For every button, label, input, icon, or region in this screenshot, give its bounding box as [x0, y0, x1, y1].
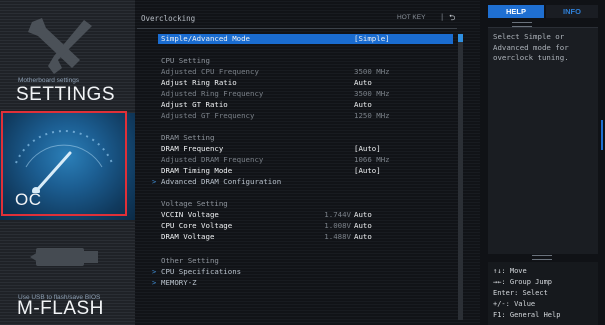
back-icon[interactable]: ⮌: [449, 12, 455, 26]
section-heading: DRAM Setting: [161, 133, 215, 142]
nav-mflash-tile[interactable]: Use USB to flash/save BIOS M-FLASH: [0, 220, 135, 325]
header-separator: |: [440, 13, 445, 21]
help-tabs: HELP INFO: [488, 5, 598, 18]
row-adjusted-cpu-frequency: Adjusted CPU Frequency 3500 MHz: [161, 67, 461, 77]
key-group-jump: →←: Group Jump: [493, 278, 553, 286]
key-value: +/-: Value: [493, 300, 536, 308]
left-navigation: Motherboard settings SETTINGS OC Use USB…: [0, 0, 135, 325]
row-advanced-dram-configuration[interactable]: > Advanced DRAM Configuration: [152, 177, 461, 187]
row-value: Auto: [354, 100, 372, 109]
row-label: DRAM Frequency: [161, 144, 224, 153]
main-panel: Overclocking HOT KEY | ⮌ Simple/Advanced…: [135, 0, 480, 325]
settings-subtitle: Motherboard settings: [18, 77, 80, 84]
row-value: [Auto]: [354, 166, 381, 175]
row-value: Auto: [354, 221, 372, 230]
row-cpu-specifications[interactable]: > CPU Specifications: [152, 267, 461, 277]
section-heading: CPU Setting: [161, 56, 210, 65]
scrollbar-track[interactable]: [458, 34, 463, 320]
row-dram-frequency[interactable]: DRAM Frequency [Auto]: [161, 144, 461, 154]
arrow-right-icon: >: [152, 178, 157, 186]
header-divider: [137, 28, 457, 29]
nav-oc-tile[interactable]: OC: [0, 113, 135, 220]
panel-header: Overclocking HOT KEY | ⮌: [135, 0, 480, 28]
row-value: Auto: [354, 232, 372, 241]
arrow-right-icon: >: [152, 279, 157, 287]
row-value: [Auto]: [354, 144, 381, 153]
section-voltage-setting: Voltage Setting: [161, 199, 461, 209]
row-label: DRAM Voltage: [161, 232, 215, 241]
key-move: ↑↓: Move: [493, 267, 527, 275]
mflash-title: M-FLASH: [17, 298, 104, 319]
row-label: CPU Specifications: [161, 267, 242, 276]
row-label: CPU Core Voltage: [161, 221, 233, 230]
arrow-right-icon: >: [152, 268, 157, 276]
panel-edge-handle[interactable]: [601, 120, 603, 150]
row-label: Adjust GT Ratio: [161, 100, 228, 109]
row-label: Adjusted GT Frequency: [161, 111, 255, 120]
row-label: Adjust Ring Ratio: [161, 78, 237, 87]
row-label: Adjusted DRAM Frequency: [161, 155, 264, 164]
row-memory-z[interactable]: > MEMORY-Z: [152, 278, 461, 288]
section-other-setting: Other Setting: [161, 256, 461, 266]
row-label: Advanced DRAM Configuration: [161, 177, 282, 186]
help-description: Select Simple or Advanced mode for overc…: [493, 32, 569, 62]
row-value: Auto: [354, 210, 372, 219]
row-label: MEMORY-Z: [161, 278, 197, 287]
bios-screen: Motherboard settings SETTINGS OC Use USB…: [0, 0, 605, 325]
row-cpu-core-voltage[interactable]: CPU Core Voltage 1.008V Auto: [161, 221, 461, 231]
row-value: 1250 MHz: [354, 111, 390, 120]
tab-info[interactable]: INFO: [546, 5, 598, 18]
page-title: Overclocking: [141, 14, 196, 23]
row-value: Auto: [354, 78, 372, 87]
gauge-icon: [15, 130, 113, 193]
row-value: [Simple]: [354, 34, 390, 43]
row-label: Simple/Advanced Mode: [161, 34, 250, 43]
hotkey-label[interactable]: HOT KEY: [397, 14, 425, 21]
scrollbar-thumb[interactable]: [458, 34, 463, 42]
voltage-reading: 1.008V: [324, 221, 351, 230]
section-cpu-setting: CPU Setting: [161, 56, 461, 66]
row-value: 3500 MHz: [354, 89, 390, 98]
tab-help[interactable]: HELP: [488, 5, 544, 18]
row-adjusted-gt-frequency: Adjusted GT Frequency 1250 MHz: [161, 111, 461, 121]
voltage-reading: 1.744V: [324, 210, 351, 219]
keys-grip-icon[interactable]: [532, 255, 552, 260]
section-dram-setting: DRAM Setting: [161, 133, 461, 143]
row-label: Adjusted Ring Frequency: [161, 89, 264, 98]
row-dram-voltage[interactable]: DRAM Voltage 1.488V Auto: [161, 232, 461, 242]
row-label: Adjusted CPU Frequency: [161, 67, 259, 76]
help-panel: HELP INFO Select Simple or Advanced mode…: [480, 0, 605, 325]
nav-settings-tile[interactable]: Motherboard settings SETTINGS: [0, 0, 135, 113]
row-label: VCCIN Voltage: [161, 210, 219, 219]
usb-icon: [30, 248, 98, 266]
row-dram-timing-mode[interactable]: DRAM Timing Mode [Auto]: [161, 166, 461, 176]
row-value: 1066 MHz: [354, 155, 390, 164]
row-value: 3500 MHz: [354, 67, 390, 76]
voltage-reading: 1.488V: [324, 232, 351, 241]
row-adjust-ring-ratio[interactable]: Adjust Ring Ratio Auto: [161, 78, 461, 88]
row-adjusted-ring-frequency: Adjusted Ring Frequency 3500 MHz: [161, 89, 461, 99]
row-vccin-voltage[interactable]: VCCIN Voltage 1.744V Auto: [161, 210, 461, 220]
section-heading: Other Setting: [161, 256, 219, 265]
tools-icon: [28, 18, 92, 74]
oc-title: OC: [15, 190, 42, 209]
row-label: DRAM Timing Mode: [161, 166, 233, 175]
settings-title: SETTINGS: [16, 84, 116, 105]
row-adjusted-dram-frequency: Adjusted DRAM Frequency 1066 MHz: [161, 155, 461, 165]
row-simple-advanced-mode[interactable]: Simple/Advanced Mode [Simple]: [158, 34, 453, 44]
key-general-help: F1: General Help: [493, 311, 561, 319]
help-text-box: Select Simple or Advanced mode for overc…: [488, 27, 598, 254]
key-legend: ↑↓: Move →←: Group Jump Enter: Select +/…: [488, 262, 598, 325]
row-adjust-gt-ratio[interactable]: Adjust GT Ratio Auto: [161, 100, 461, 110]
section-heading: Voltage Setting: [161, 199, 228, 208]
key-select: Enter: Select: [493, 289, 548, 297]
